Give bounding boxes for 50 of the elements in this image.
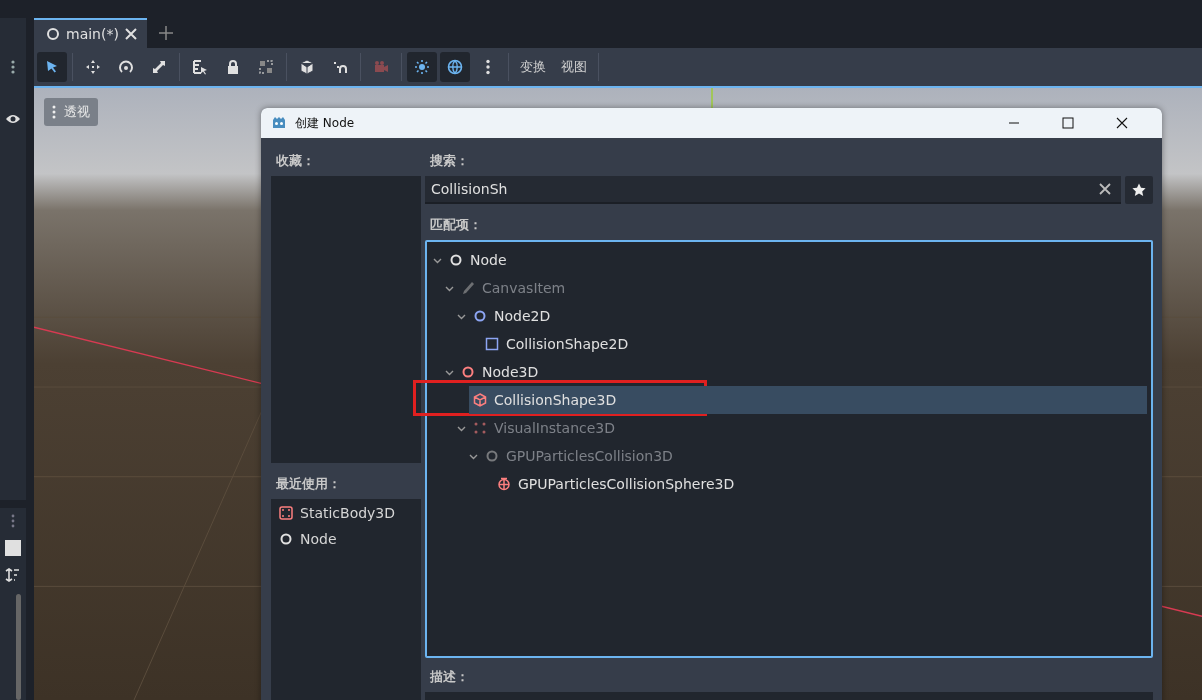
square-icon (485, 337, 499, 351)
matches-label: 匹配项： (429, 216, 483, 234)
scrollbar[interactable] (15, 594, 21, 700)
circle-icon (485, 449, 499, 463)
tree-item[interactable]: Node3D (457, 358, 1147, 386)
close-icon[interactable] (1116, 117, 1128, 129)
globe-icon[interactable] (440, 52, 470, 82)
eye-icon[interactable] (5, 114, 21, 124)
star-icon (1132, 183, 1146, 197)
search-bar[interactable]: CollisionSh (425, 176, 1121, 204)
recent-item[interactable]: StaticBody3D (300, 505, 396, 521)
more-icon (52, 105, 56, 119)
recent-item[interactable]: Node (300, 531, 337, 547)
more-icon[interactable] (11, 514, 15, 528)
description-label: 描述： (429, 668, 470, 686)
search-field[interactable]: CollisionSh (431, 181, 1099, 197)
menu-button[interactable]: 视图 (555, 58, 593, 76)
tree-item[interactable]: GPUParticlesCollisionSphere3D (493, 470, 1147, 498)
gear-icon (497, 477, 511, 491)
scene-tab[interactable]: main(*) (34, 18, 147, 48)
circle-icon (46, 27, 60, 41)
tree-item[interactable]: CollisionShape2D (481, 330, 1147, 358)
dots-icon (473, 421, 487, 435)
dialog-title: 创建 Node (295, 114, 355, 132)
circle-icon (461, 365, 475, 379)
sort-icon[interactable] (5, 568, 21, 582)
more-icon[interactable] (11, 60, 15, 74)
tree-item[interactable]: CanvasItem (457, 274, 1147, 302)
tree-item[interactable]: Node2D (469, 302, 1147, 330)
circle-icon (473, 309, 487, 323)
cursor-icon[interactable] (37, 52, 67, 82)
search-label: 搜索： (429, 152, 470, 170)
sun-icon[interactable] (407, 52, 437, 82)
circle-icon (449, 253, 463, 267)
cube-icon (473, 393, 487, 407)
favorites-label: 收藏： (275, 152, 316, 170)
menu-button[interactable]: 变换 (514, 58, 552, 76)
tree-item[interactable]: Node (445, 246, 1147, 274)
tree-item[interactable]: CollisionShape3D (469, 386, 1147, 414)
tree-item[interactable]: GPUParticlesCollision3D (481, 442, 1147, 470)
favorite-button[interactable] (1125, 176, 1153, 204)
robot-head-icon (271, 115, 287, 131)
recent-label: 最近使用： (275, 475, 342, 493)
add-icon[interactable] (158, 26, 173, 40)
brush-icon (461, 281, 475, 295)
clear-icon[interactable] (1099, 183, 1111, 195)
dotted-square-icon (279, 506, 293, 520)
maximize-icon[interactable] (1062, 117, 1074, 129)
circle-icon (279, 532, 293, 546)
tree-item[interactable]: VisualInstance3D (469, 414, 1147, 442)
